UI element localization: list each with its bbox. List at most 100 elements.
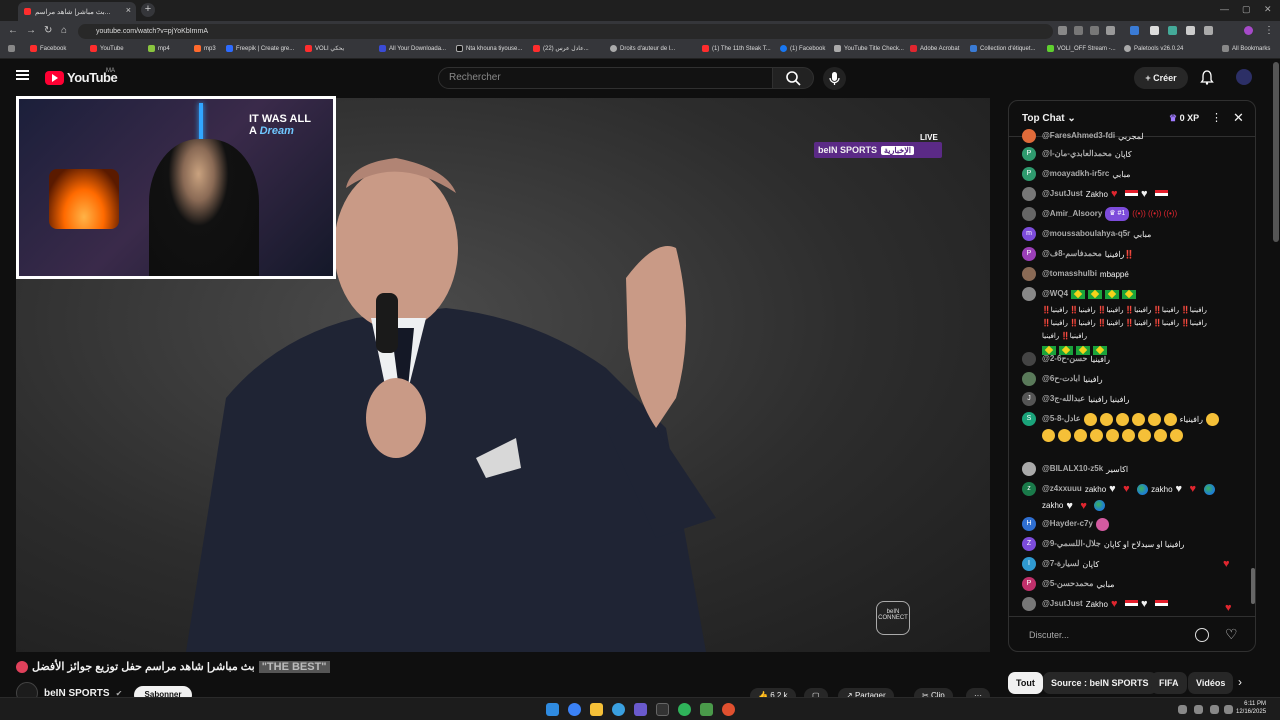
system-clock[interactable]: 6:11 PM 12/16/2025 (1236, 700, 1266, 716)
back-icon[interactable]: ← (8, 25, 18, 36)
bookmark-item[interactable]: Freepik | Create gre... (226, 45, 294, 52)
red-heart-icon: ♥ (1189, 483, 1197, 495)
user-avatar: I (1022, 557, 1036, 571)
notifications-bell-icon[interactable] (1200, 70, 1214, 85)
extension-icon[interactable] (1058, 26, 1067, 35)
close-window-icon[interactable]: ✕ (1264, 4, 1272, 15)
menu-kebab-icon[interactable]: ⋮ (1264, 25, 1274, 36)
page-scrollbar[interactable] (1273, 62, 1279, 242)
chat-message: @WQ4 رافينيا‼️ رافينيا‼️ رافينيا‼️ رافين… (1022, 287, 1234, 355)
chat-message: I @لسيارة-7 كاپان (1022, 557, 1234, 571)
red-heart-icon: ♥ (1110, 598, 1118, 610)
star-icon[interactable] (1106, 26, 1115, 35)
profile-icon[interactable] (1244, 26, 1253, 35)
browser-tab[interactable]: بث مباشر| شاهد مراسم... × (18, 2, 136, 21)
chat-message: P @moayadkh-ir5rc مبابي (1022, 167, 1234, 181)
bookmark-item[interactable]: Facebook (30, 45, 66, 52)
share-icon[interactable] (1090, 26, 1099, 35)
emoji-icon (1074, 429, 1087, 442)
bookmark-item[interactable]: mp4 (148, 45, 170, 52)
emoji-icon (1131, 412, 1145, 426)
bookmark-item[interactable]: Adobe Acrobat (910, 45, 959, 52)
emoji-icon (1163, 412, 1177, 426)
close-chat-icon[interactable]: ✕ (1233, 110, 1244, 126)
zoom-icon[interactable] (1074, 26, 1083, 35)
bookmark-item[interactable]: mp3 (194, 45, 216, 52)
start-icon[interactable] (546, 703, 559, 716)
bookmark-item[interactable]: (22) عادل عرس... (533, 45, 589, 52)
chat-menu-icon[interactable]: ⋮ (1211, 111, 1222, 124)
bookmark-item[interactable]: (1) Facebook (780, 45, 825, 52)
bookmark-item[interactable]: YouTube (90, 45, 124, 52)
create-button[interactable]: + Créer (1134, 67, 1188, 89)
bookmark-item[interactable]: VOLI_OFF Stream -... (1047, 45, 1116, 52)
extension-icon[interactable] (1130, 26, 1139, 35)
brazil-flag-icon (1088, 289, 1103, 299)
bookmark-item[interactable]: VOLI يحكي (305, 45, 344, 52)
floating-heart-icon: ♥ (1223, 558, 1230, 570)
menu-icon[interactable] (16, 70, 29, 80)
all-bookmarks[interactable]: All Bookmarks (1222, 45, 1270, 52)
emoji-picker-icon[interactable] (1195, 628, 1209, 642)
browser-icon[interactable] (678, 703, 691, 716)
discord-icon[interactable] (634, 703, 647, 716)
chat-scrollbar[interactable] (1251, 568, 1255, 604)
chip-fifa[interactable]: FIFA (1151, 672, 1187, 694)
user-avatar: S (1022, 412, 1036, 426)
bookmark-item[interactable]: Collection d'étiquet... (970, 45, 1036, 52)
search-input[interactable]: Rechercher (438, 67, 773, 89)
chat-messages[interactable]: @FaresAhmed3-fdi لمجربي P @محمدالعابدي-ما… (1009, 129, 1255, 615)
network-icon[interactable] (1194, 705, 1203, 714)
chip-all[interactable]: Tout (1008, 672, 1043, 694)
chat-message: P @محمدحسن-5 مبابي (1022, 577, 1234, 591)
tray-chevron-icon[interactable] (1178, 705, 1187, 714)
chip-source[interactable]: Source : beIN SPORTS (1043, 672, 1157, 694)
battery-icon[interactable] (1224, 705, 1233, 714)
emoji-icon (1147, 412, 1161, 426)
forward-icon[interactable]: → (26, 25, 36, 36)
chat-input[interactable]: Discuter... (1029, 630, 1069, 640)
microphone-icon (829, 72, 840, 85)
url-field[interactable]: youtube.com/watch?v=pjYoKbImmA (78, 24, 1053, 39)
bookmark-item[interactable]: All Your Downloada... (379, 45, 446, 52)
emoji-icon (1154, 429, 1167, 442)
bookmark-item[interactable]: Nta khouna tiyouse... (456, 45, 522, 52)
chrome-profile-icon[interactable] (612, 703, 625, 716)
extension-icon[interactable] (1150, 26, 1159, 35)
chip-videos[interactable]: Vidéos (1188, 672, 1234, 694)
bookmark-item[interactable]: Droits d'auteur de l... (610, 45, 675, 52)
emoji-icon (1042, 429, 1055, 442)
apps-icon[interactable] (8, 45, 15, 52)
reload-icon[interactable]: ↻ (44, 25, 52, 36)
firefox-icon[interactable] (722, 703, 735, 716)
file-explorer-icon[interactable] (590, 703, 603, 716)
brazil-flag-icon (1071, 289, 1086, 299)
search-icon (786, 71, 801, 86)
minimize-icon[interactable]: — (1220, 4, 1229, 14)
bookmark-item[interactable]: (1) The 11th Steak T... (702, 45, 771, 52)
bookmark-item[interactable]: Paletools v26.0.24 (1124, 45, 1183, 52)
extension-icon[interactable] (1168, 26, 1177, 35)
emoji-icon (1090, 429, 1103, 442)
chevron-right-icon[interactable]: › (1238, 675, 1242, 689)
top-chat-dropdown[interactable]: Top Chat ⌄ (1022, 113, 1076, 124)
voice-search-button[interactable] (823, 67, 846, 90)
tab-close-icon[interactable]: × (126, 5, 131, 15)
heart-reaction-icon[interactable]: ♡ (1225, 626, 1238, 643)
account-avatar[interactable] (1236, 69, 1252, 85)
new-tab-button[interactable]: + (141, 3, 155, 17)
globe-icon (1094, 500, 1106, 511)
terminal-icon[interactable] (656, 703, 669, 716)
red-heart-icon: ♥ (1110, 188, 1118, 200)
user-avatar (1022, 207, 1036, 221)
extensions-puzzle-icon[interactable] (1204, 26, 1213, 35)
volume-icon[interactable] (1210, 705, 1219, 714)
xp-badge[interactable]: ♛ 0 XP (1169, 113, 1199, 124)
app-icon[interactable] (700, 703, 713, 716)
bookmark-item[interactable]: YouTube Title Check... (834, 45, 904, 52)
maximize-icon[interactable]: ▢ (1242, 4, 1251, 15)
extension-icon[interactable] (1186, 26, 1195, 35)
home-icon[interactable]: ⌂ (61, 25, 67, 36)
search-button[interactable] (772, 67, 814, 89)
chrome-icon[interactable] (568, 703, 581, 716)
